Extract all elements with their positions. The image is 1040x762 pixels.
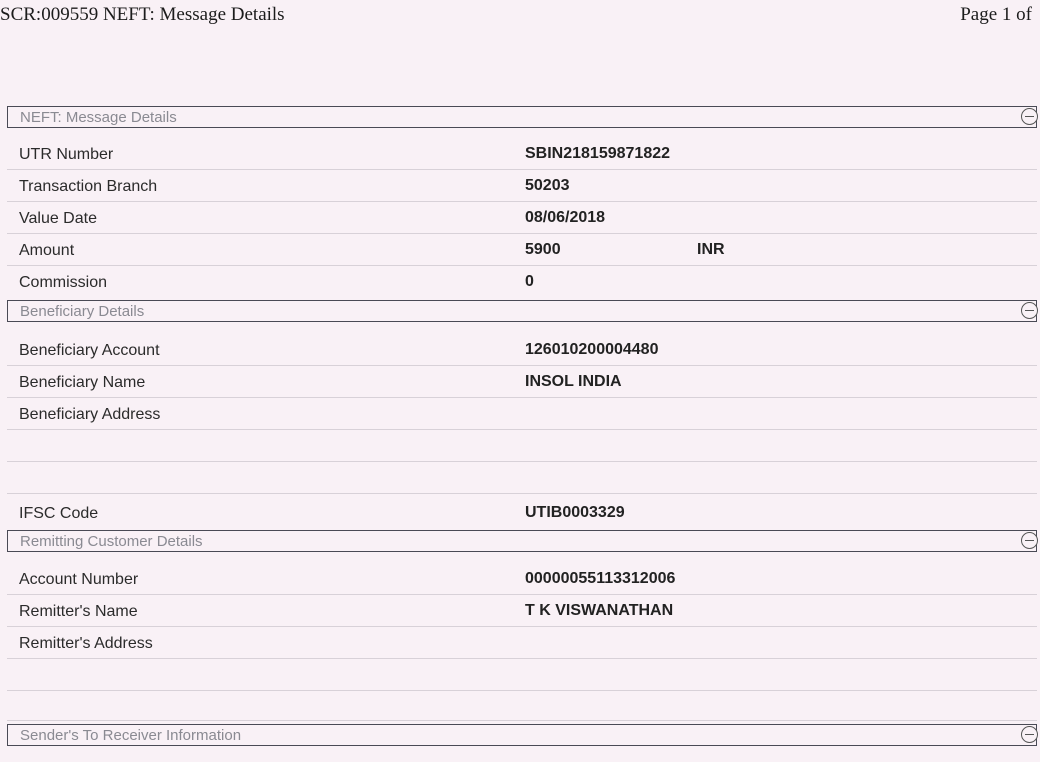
- section-title: Remitting Customer Details: [20, 533, 203, 550]
- document-title: SCR:009559 NEFT: Message Details: [0, 4, 285, 25]
- row-remitter-address-line2: [7, 659, 1037, 691]
- row-remitter-name: Remitter's Name T K VISWANATHAN: [7, 595, 1037, 627]
- row-value-date: Value Date 08/06/2018: [7, 202, 1037, 234]
- row-beneficiary-address-line2: [7, 430, 1037, 462]
- field-label: Amount: [19, 242, 75, 259]
- row-transaction-branch: Transaction Branch 50203: [7, 170, 1037, 202]
- field-label: Remitter's Name: [19, 603, 138, 620]
- field-label: Commission: [19, 274, 108, 291]
- field-value: 126010200004480: [525, 341, 659, 358]
- section-header-remitting-customer-details: Remitting Customer Details: [7, 530, 1038, 552]
- collapse-icon[interactable]: [1021, 302, 1038, 319]
- row-remitter-address-line3: [7, 691, 1037, 721]
- field-label: IFSC Code: [19, 505, 99, 522]
- field-label: Beneficiary Name: [19, 374, 146, 391]
- section-title: Beneficiary Details: [20, 303, 145, 320]
- row-remitter-address: Remitter's Address: [7, 627, 1037, 659]
- row-beneficiary-address-line3: [7, 462, 1037, 494]
- row-ifsc-code: IFSC Code UTIB0003329: [7, 497, 1037, 529]
- row-remitter-account-number: Account Number 00000055113312006: [7, 563, 1037, 595]
- section-header-sender-to-receiver-info: Sender's To Receiver Information: [7, 724, 1038, 746]
- row-commission: Commission 0: [7, 266, 1037, 298]
- collapse-icon[interactable]: [1021, 532, 1038, 549]
- field-value: INSOL INDIA: [525, 373, 622, 390]
- field-label: Beneficiary Address: [19, 406, 161, 423]
- collapse-icon[interactable]: [1021, 108, 1038, 125]
- field-value: 00000055113312006: [525, 570, 676, 587]
- field-label: Transaction Branch: [19, 178, 158, 195]
- field-value: 08/06/2018: [525, 209, 606, 226]
- collapse-icon[interactable]: [1021, 726, 1038, 743]
- field-value: 5900: [525, 241, 561, 258]
- row-utr-number: UTR Number SBIN218159871822: [7, 138, 1037, 170]
- section-header-message-details: NEFT: Message Details: [7, 106, 1038, 128]
- section-title: Sender's To Receiver Information: [20, 727, 242, 744]
- field-label: Beneficiary Account: [19, 342, 160, 359]
- row-beneficiary-account: Beneficiary Account 126010200004480: [7, 334, 1037, 366]
- page-number: Page 1 of: [960, 4, 1032, 25]
- field-label: Remitter's Address: [19, 635, 153, 652]
- field-value: SBIN218159871822: [525, 145, 671, 162]
- field-label: UTR Number: [19, 146, 114, 163]
- field-value: 0: [525, 273, 534, 290]
- field-label: Account Number: [19, 571, 139, 588]
- field-value: UTIB0003329: [525, 504, 625, 521]
- field-label: Value Date: [19, 210, 97, 227]
- currency-code: INR: [697, 241, 725, 258]
- page-header: SCR:009559 NEFT: Message Details Page 1 …: [0, 0, 1040, 34]
- field-value: T K VISWANATHAN: [525, 602, 674, 619]
- row-beneficiary-name: Beneficiary Name INSOL INDIA: [7, 366, 1037, 398]
- field-value: 50203: [525, 177, 570, 194]
- section-title: NEFT: Message Details: [20, 109, 177, 126]
- section-header-beneficiary-details: Beneficiary Details: [7, 300, 1038, 322]
- row-amount: Amount 5900 INR: [7, 234, 1037, 266]
- row-beneficiary-address: Beneficiary Address: [7, 398, 1037, 430]
